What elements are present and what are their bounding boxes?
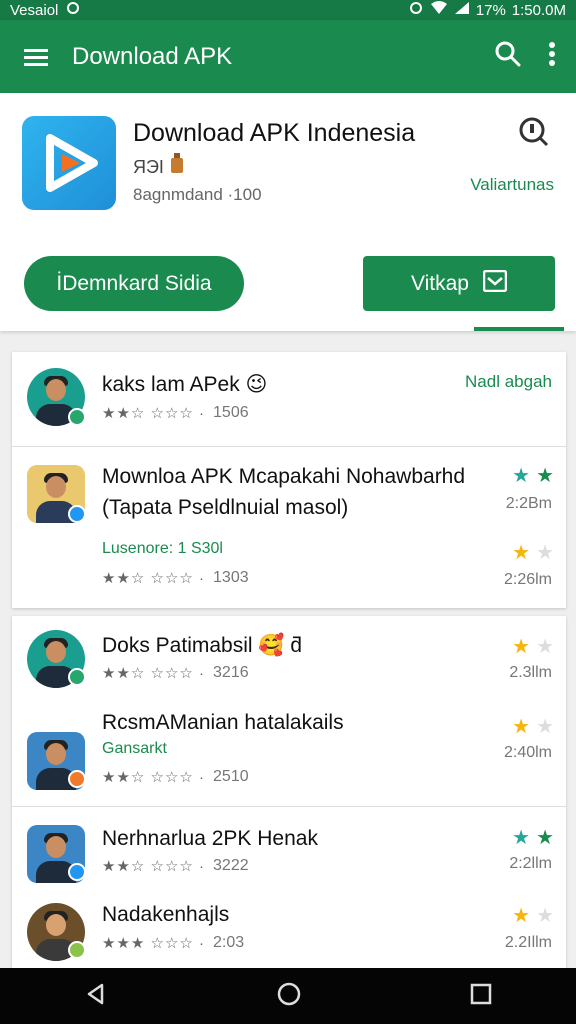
back-icon[interactable] xyxy=(84,982,108,1011)
item-rating: ★★☆ ☆☆☆ · 3222 xyxy=(102,857,249,875)
alarm-icon xyxy=(408,1,424,19)
list-item[interactable]: Doks Patimabsil 🥰 ƌ ★★☆ ☆☆☆ · 3216 ★ ★ 2.… xyxy=(12,616,566,806)
list-item[interactable]: Nerhnarlua 2PK Henak ★★☆ ☆☆☆ · 3222 ★ ★ 2… xyxy=(12,807,566,968)
share-button[interactable]: Vitkap xyxy=(363,256,555,311)
bottle-icon xyxy=(169,153,185,177)
rating-stars-icon: ★★☆ ☆☆☆ · xyxy=(102,405,206,422)
list-item[interactable]: kaks lam APek 😉 ★★☆ ☆☆☆ · 1506 Nadl abga… xyxy=(12,352,566,446)
item-subtitle: (Tapata Pseldlnuial masol) xyxy=(102,496,349,519)
tab-indicator xyxy=(474,327,564,331)
system-nav-bar xyxy=(0,968,576,1024)
item-time: 2:40lm xyxy=(503,744,552,761)
star-pair-icon[interactable]: ★ ★ xyxy=(512,714,554,739)
badge-icon xyxy=(68,770,86,788)
carrier-label: Vesaiol xyxy=(10,1,59,19)
item-rating: ★★☆ ☆☆☆ · 3216 xyxy=(102,664,249,682)
item-title: RcsmAManian hatalakails xyxy=(102,711,344,734)
item-rating: ★★☆ ☆☆☆ · 2510 xyxy=(102,768,249,786)
item-time: 2:2Bm xyxy=(505,495,552,512)
share-button-label: Vitkap xyxy=(411,271,469,295)
star-pair-icon[interactable]: ★ ★ xyxy=(512,903,554,928)
star-pair-icon[interactable]: ★ ★ xyxy=(512,540,554,565)
bookmark-search-icon[interactable] xyxy=(517,115,551,154)
list-item[interactable]: Mownloa APK Mcapakahi Nohawbarhd (Tapata… xyxy=(12,447,566,608)
rating-stars-icon: ★★☆ ☆☆☆ · xyxy=(102,769,206,786)
item-rating: ★★★ ☆☆☆ · 2:03 xyxy=(102,934,245,952)
mail-icon xyxy=(482,269,508,298)
recents-icon[interactable] xyxy=(470,983,492,1010)
clock-label: 1:50.0M xyxy=(511,1,566,19)
item-title: Doks Patimabsil 🥰 ƌ xyxy=(102,634,303,657)
more-options-icon[interactable] xyxy=(548,41,556,72)
item-time: 2:26lm xyxy=(503,571,552,588)
edit-badge-icon xyxy=(68,505,86,523)
star-pair-icon[interactable]: ★ ★ xyxy=(512,634,554,659)
verified-badge-icon xyxy=(68,668,86,686)
item-time: 2.3llm xyxy=(509,664,552,681)
app-bar-title: Download APK xyxy=(72,42,233,70)
item-extra: Gansarkt xyxy=(102,740,167,757)
badge-icon xyxy=(68,863,86,881)
item-title: kaks lam APek 😉 xyxy=(102,373,268,396)
sync-icon xyxy=(66,1,80,19)
item-time: 2:2llm xyxy=(509,855,552,872)
app-header-card: Download APK Indenesia ЯЭI 8agnmdand ·10… xyxy=(0,93,576,331)
menu-icon[interactable] xyxy=(0,47,72,67)
item-extra: Lusenore: 1 S30l xyxy=(102,540,223,557)
list-card: kaks lam APek 😉 ★★☆ ☆☆☆ · 1506 Nadl abga… xyxy=(12,352,566,608)
rating-stars-icon: ★★☆ ☆☆☆ · xyxy=(102,570,206,587)
item-rating: ★★☆ ☆☆☆ · 1303 xyxy=(102,569,249,587)
app-bar: Download APK xyxy=(0,20,576,93)
rating-stars-icon: ★★☆ ☆☆☆ · xyxy=(102,858,206,875)
header-link[interactable]: Valiartunas xyxy=(470,175,554,195)
app-logo-icon xyxy=(22,116,116,210)
wifi-icon xyxy=(430,1,448,19)
star-pair-icon[interactable]: ★ ★ xyxy=(512,825,554,850)
download-button[interactable]: İDemnkard Sidia xyxy=(24,256,244,311)
rating-stars-icon: ★★★ ☆☆☆ · xyxy=(102,935,206,952)
app-name: Download APK Indenesia xyxy=(133,119,416,147)
item-title: Nerhnarlua 2PK Henak xyxy=(102,827,318,850)
star-pair-icon[interactable]: ★ ★ xyxy=(512,463,554,488)
signal-icon xyxy=(454,1,470,19)
item-title: Mownloa APK Mcapakahi Nohawbarhd xyxy=(102,465,466,488)
rating-stars-icon: ★★☆ ☆☆☆ · xyxy=(102,665,206,682)
status-bar: Vesaiol 17% 1:50.0M xyxy=(0,0,576,20)
battery-label: 17% xyxy=(475,1,506,19)
list-card: Doks Patimabsil 🥰 ƌ ★★☆ ☆☆☆ · 3216 ★ ★ 2.… xyxy=(12,616,566,968)
verified-badge-icon xyxy=(68,408,86,426)
app-meta: 8agnmdand ·100 xyxy=(133,185,262,204)
item-rating: ★★☆ ☆☆☆ · 1506 xyxy=(102,404,249,422)
item-action-link[interactable]: Nadl abgah xyxy=(465,372,552,392)
home-icon[interactable] xyxy=(277,982,301,1011)
verified-badge-icon xyxy=(68,941,86,959)
item-time: 2.2Illm xyxy=(504,934,552,951)
app-subtitle: ЯЭI xyxy=(133,153,185,178)
item-title: Nadakenhajls xyxy=(102,903,230,926)
search-icon[interactable] xyxy=(494,40,522,73)
